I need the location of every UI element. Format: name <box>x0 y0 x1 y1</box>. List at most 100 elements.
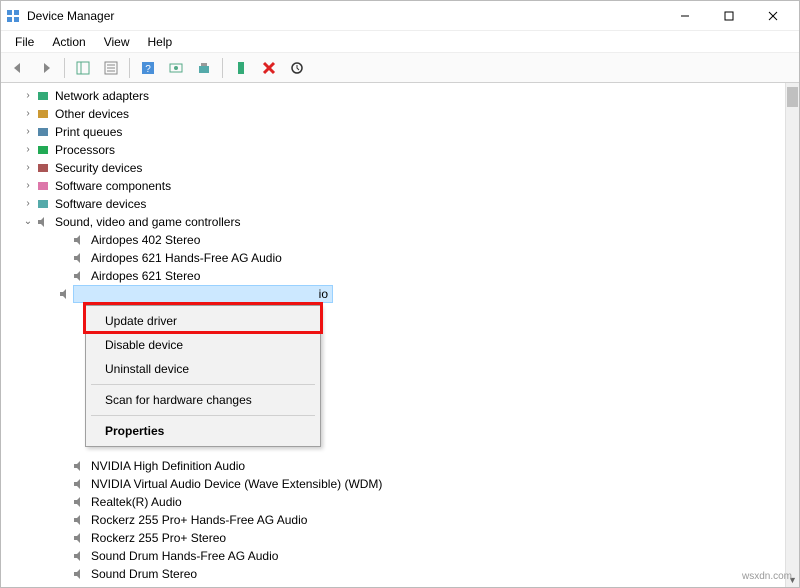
tree-item-label: NVIDIA Virtual Audio Device (Wave Extens… <box>91 475 382 493</box>
tree-item-label: Sound, video and game controllers <box>55 213 240 231</box>
context-disable-device[interactable]: Disable device <box>89 333 317 357</box>
tree-item-label: Sound Drum Stereo <box>91 565 197 583</box>
expander-icon[interactable]: › <box>21 105 35 123</box>
menu-action[interactable]: Action <box>44 33 93 51</box>
tree-item-label: Airdopes 621 Hands-Free AG Audio <box>91 249 282 267</box>
tree-item-sound[interactable]: ⌄ Sound, video and game controllers <box>21 213 777 231</box>
back-button[interactable] <box>5 56 31 80</box>
tree-item-label: Security devices <box>55 159 142 177</box>
tree-item-label: NVIDIA High Definition Audio <box>91 457 245 475</box>
vertical-scrollbar[interactable]: ▲ ▼ <box>785 83 799 587</box>
menu-file[interactable]: File <box>7 33 42 51</box>
sound-icon <box>71 566 87 582</box>
tree-device-item[interactable]: Rockerz 255 Pro+ Stereo <box>57 529 777 547</box>
other-icon <box>35 106 51 122</box>
context-properties[interactable]: Properties <box>89 419 317 443</box>
minimize-button[interactable] <box>663 2 707 30</box>
refresh-button[interactable] <box>284 56 310 80</box>
context-uninstall-device[interactable]: Uninstall device <box>89 357 317 381</box>
tree-item-label: Realtek(R) Audio <box>91 493 182 511</box>
software-icon <box>35 196 51 212</box>
toolbar-separator <box>222 58 223 78</box>
tree-device-item[interactable]: Sound Drum Hands-Free AG Audio <box>57 547 777 565</box>
security-icon <box>35 160 51 176</box>
selected-item-bg: io <box>73 285 333 303</box>
sound-icon <box>71 250 87 266</box>
expander-icon[interactable]: ⌄ <box>21 213 35 231</box>
context-update-driver[interactable]: Update driver <box>89 309 317 333</box>
sound-icon <box>71 494 87 510</box>
sound-icon <box>71 512 87 528</box>
tree-item-label: Rockerz 255 Pro+ Stereo <box>91 529 226 547</box>
help-button[interactable]: ? <box>135 56 161 80</box>
tree-item[interactable]: › Print queues <box>21 123 777 141</box>
titlebar[interactable]: Device Manager <box>1 1 799 31</box>
tree-item-label: Network adapters <box>55 87 149 105</box>
forward-button[interactable] <box>33 56 59 80</box>
tree-item[interactable]: › Software components <box>21 177 777 195</box>
sound-icon <box>71 548 87 564</box>
tree-item[interactable]: › Network adapters <box>21 87 777 105</box>
tree-device-item[interactable]: NVIDIA High Definition Audio <box>57 457 777 475</box>
device-manager-window: Device Manager File Action View Help ? ›… <box>0 0 800 588</box>
tree-item[interactable]: › Software devices <box>21 195 777 213</box>
maximize-button[interactable] <box>707 2 751 30</box>
context-menu: Update driver Disable device Uninstall d… <box>85 305 321 447</box>
tree-device-item[interactable]: Airdopes 621 Stereo <box>57 267 777 285</box>
storage-icon <box>35 584 51 587</box>
tree-item-label: Sound Drum Hands-Free AG Audio <box>91 547 278 565</box>
expander-icon[interactable]: › <box>21 141 35 159</box>
update-button[interactable] <box>191 56 217 80</box>
expander-icon[interactable]: › <box>21 123 35 141</box>
expander-icon[interactable]: › <box>21 177 35 195</box>
selected-item-suffix: io <box>319 287 328 301</box>
tree-item-label: Rockerz 255 Pro+ Hands-Free AG Audio <box>91 511 307 529</box>
tree-item[interactable]: ›Other devices <box>21 105 777 123</box>
content-area: ›Network adapters›Other devices›Print qu… <box>1 83 799 587</box>
menu-view[interactable]: View <box>96 33 138 51</box>
sound-icon <box>71 476 87 492</box>
tree-item[interactable]: › Security devices <box>21 159 777 177</box>
cpu-icon <box>35 142 51 158</box>
tree-item-label: Processors <box>55 141 115 159</box>
tree-device-item[interactable]: Airdopes 402 Stereo <box>57 231 777 249</box>
sound-icon <box>71 232 87 248</box>
menubar: File Action View Help <box>1 31 799 53</box>
tree-item-label: Software devices <box>55 195 146 213</box>
close-button[interactable] <box>751 2 795 30</box>
scan-button[interactable] <box>163 56 189 80</box>
enable-button[interactable] <box>228 56 254 80</box>
svg-text:?: ? <box>145 64 151 75</box>
toolbar-separator <box>64 58 65 78</box>
uninstall-button[interactable] <box>256 56 282 80</box>
context-separator <box>91 415 315 416</box>
tree-item-label: Software components <box>55 177 171 195</box>
component-icon <box>35 178 51 194</box>
watermark: wsxdn.com <box>742 571 792 582</box>
network-icon <box>35 88 51 104</box>
tree-item[interactable]: ›Storage controllers <box>21 583 777 587</box>
tree-device-item[interactable]: Rockerz 255 Pro+ Hands-Free AG Audio <box>57 511 777 529</box>
expander-icon[interactable]: › <box>21 87 35 105</box>
scroll-thumb[interactable] <box>787 87 798 107</box>
toolbar: ? <box>1 53 799 83</box>
sound-icon <box>71 458 87 474</box>
show-hide-button[interactable] <box>70 56 96 80</box>
tree-device-item[interactable]: NVIDIA Virtual Audio Device (Wave Extens… <box>57 475 777 493</box>
properties-button[interactable] <box>98 56 124 80</box>
toolbar-separator <box>129 58 130 78</box>
expander-icon[interactable]: › <box>21 159 35 177</box>
menu-help[interactable]: Help <box>140 33 181 51</box>
printer-icon <box>35 124 51 140</box>
context-scan-hardware[interactable]: Scan for hardware changes <box>89 388 317 412</box>
tree-device-item[interactable]: Sound Drum Stereo <box>57 565 777 583</box>
speaker-icon <box>57 286 73 302</box>
tree-device-item[interactable]: Realtek(R) Audio <box>57 493 777 511</box>
expander-icon[interactable]: › <box>21 583 35 587</box>
sound-icon <box>71 268 87 284</box>
sound-icon <box>35 214 51 230</box>
tree-item-label: Print queues <box>55 123 122 141</box>
tree-device-item[interactable]: Airdopes 621 Hands-Free AG Audio <box>57 249 777 267</box>
tree-item[interactable]: › Processors <box>21 141 777 159</box>
expander-icon[interactable]: › <box>21 195 35 213</box>
